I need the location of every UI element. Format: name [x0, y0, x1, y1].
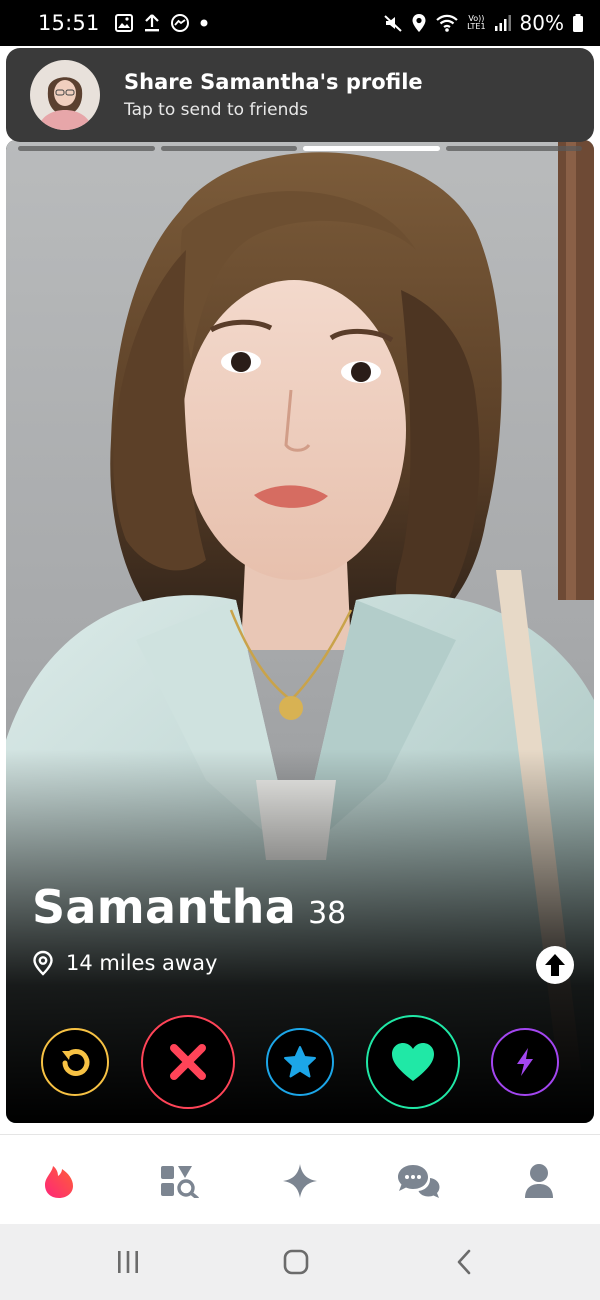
heart-icon [392, 1043, 434, 1081]
tab-messages[interactable] [395, 1159, 443, 1203]
location-icon [412, 14, 426, 32]
battery-icon [573, 14, 583, 32]
tab-top-picks[interactable] [276, 1159, 324, 1203]
boost-button[interactable] [491, 1028, 559, 1096]
status-notification-icons [114, 13, 209, 33]
bottom-nav [0, 1134, 600, 1224]
like-button[interactable] [366, 1015, 460, 1109]
battery-percent: 80% [519, 11, 564, 35]
photo-progress-segment[interactable] [445, 146, 582, 151]
star-icon [284, 1046, 316, 1078]
recents-button[interactable] [108, 1244, 148, 1280]
lightning-icon [517, 1048, 533, 1076]
tab-explore[interactable] [155, 1159, 203, 1203]
distance-row: 14 miles away [32, 950, 217, 976]
nope-button[interactable] [141, 1015, 235, 1109]
sparkle-icon [283, 1164, 317, 1198]
person-icon [525, 1164, 553, 1198]
flame-icon [45, 1166, 73, 1198]
recents-icon [118, 1251, 138, 1273]
back-button[interactable] [444, 1244, 484, 1280]
banner-text: Share Samantha's profile Tap to send to … [124, 70, 423, 120]
wifi-icon [436, 14, 458, 32]
tab-profile[interactable] [515, 1159, 563, 1203]
photo-progress-segment[interactable] [160, 146, 297, 151]
share-profile-banner[interactable]: Share Samantha's profile Tap to send to … [6, 48, 594, 142]
network-lte-label: LTE1 [467, 22, 486, 31]
distance-text: 14 miles away [66, 951, 218, 975]
screen: 15:51 Vo)) LTE1 80% Samantha 38 14 miles… [0, 0, 600, 1300]
mute-icon [384, 15, 402, 32]
back-icon [457, 1249, 471, 1275]
network-type-label: Vo)) LTE1 [467, 15, 485, 31]
arrow-up-icon [545, 954, 565, 976]
status-time: 15:51 [38, 11, 100, 35]
photo-progress-bar [18, 146, 582, 151]
profile-age: 38 [308, 896, 347, 931]
image-icon [114, 14, 133, 32]
photo-progress-segment-active[interactable] [303, 146, 440, 151]
open-profile-button[interactable] [536, 946, 574, 984]
system-nav-bar [0, 1224, 600, 1300]
profile-name-row: Samantha 38 [32, 880, 346, 934]
signal-icon [494, 15, 511, 31]
messenger-icon [170, 14, 189, 32]
rewind-button[interactable] [41, 1028, 109, 1096]
photo-progress-segment[interactable] [18, 146, 155, 151]
status-system-icons: Vo)) LTE1 80% [383, 11, 584, 35]
avatar [30, 60, 100, 130]
location-pin-icon [33, 950, 53, 976]
profile-name: Samantha [32, 880, 297, 934]
chat-icon [398, 1165, 440, 1198]
super-like-button[interactable] [266, 1028, 334, 1096]
action-bar [6, 1015, 594, 1109]
banner-subtitle: Tap to send to friends [124, 100, 308, 120]
tab-discover[interactable] [35, 1159, 83, 1203]
dot-icon [200, 19, 208, 27]
explore-grid-icon [161, 1166, 199, 1198]
rewind-icon [62, 1049, 90, 1076]
x-icon [170, 1044, 206, 1080]
status-bar: 15:51 Vo)) LTE1 80% [0, 0, 600, 46]
banner-title: Share Samantha's profile [124, 70, 423, 94]
upload-icon [144, 14, 159, 32]
home-icon [283, 1249, 309, 1275]
profile-card[interactable]: Samantha 38 14 miles away [6, 140, 594, 1123]
home-button[interactable] [276, 1244, 316, 1280]
